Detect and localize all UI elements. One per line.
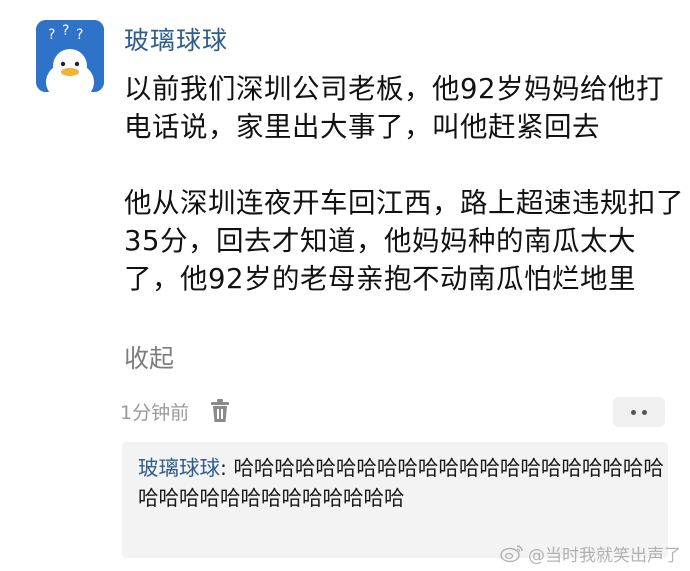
svg-text:?: ? — [48, 27, 55, 43]
svg-text:?: ? — [76, 27, 83, 43]
avatar[interactable]: ? ? ? — [36, 20, 104, 92]
more-dots-icon — [631, 409, 636, 415]
collapse-link[interactable]: 收起 — [124, 342, 174, 376]
post-screen: ? ? ? 玻璃球球 以前我们深圳公司老板，他92岁妈妈给他打电话说，家里出大事… — [0, 0, 690, 571]
post-body: 以前我们深圳公司老板，他92岁妈妈给他打电话说，家里出大事了，叫他赶紧回去 他从… — [124, 70, 684, 298]
reply-separator: : — [220, 456, 234, 480]
duck-avatar-icon: ? ? ? — [36, 20, 104, 92]
post-meta: 1分钟前 — [120, 394, 231, 428]
svg-text:?: ? — [62, 23, 69, 39]
trash-icon[interactable] — [209, 399, 231, 423]
timestamp: 1分钟前 — [120, 401, 190, 424]
watermark-text: @当时我就笑出声了 — [528, 545, 681, 566]
watermark: @当时我就笑出声了 — [500, 540, 681, 566]
post-paragraph: 以前我们深圳公司老板，他92岁妈妈给他打电话说，家里出大事了，叫他赶紧回去 — [124, 73, 664, 143]
author-name[interactable]: 玻璃球球 — [124, 24, 228, 58]
more-dots-icon — [642, 409, 647, 415]
more-options-button[interactable] — [613, 397, 665, 427]
post-paragraph: 他从深圳连夜开车回江西，路上超速违规扣了35分，回去才知道，他妈妈种的南瓜太大了… — [124, 187, 684, 295]
weibo-logo-icon — [500, 545, 523, 563]
reply-author[interactable]: 玻璃球球 — [138, 456, 220, 480]
